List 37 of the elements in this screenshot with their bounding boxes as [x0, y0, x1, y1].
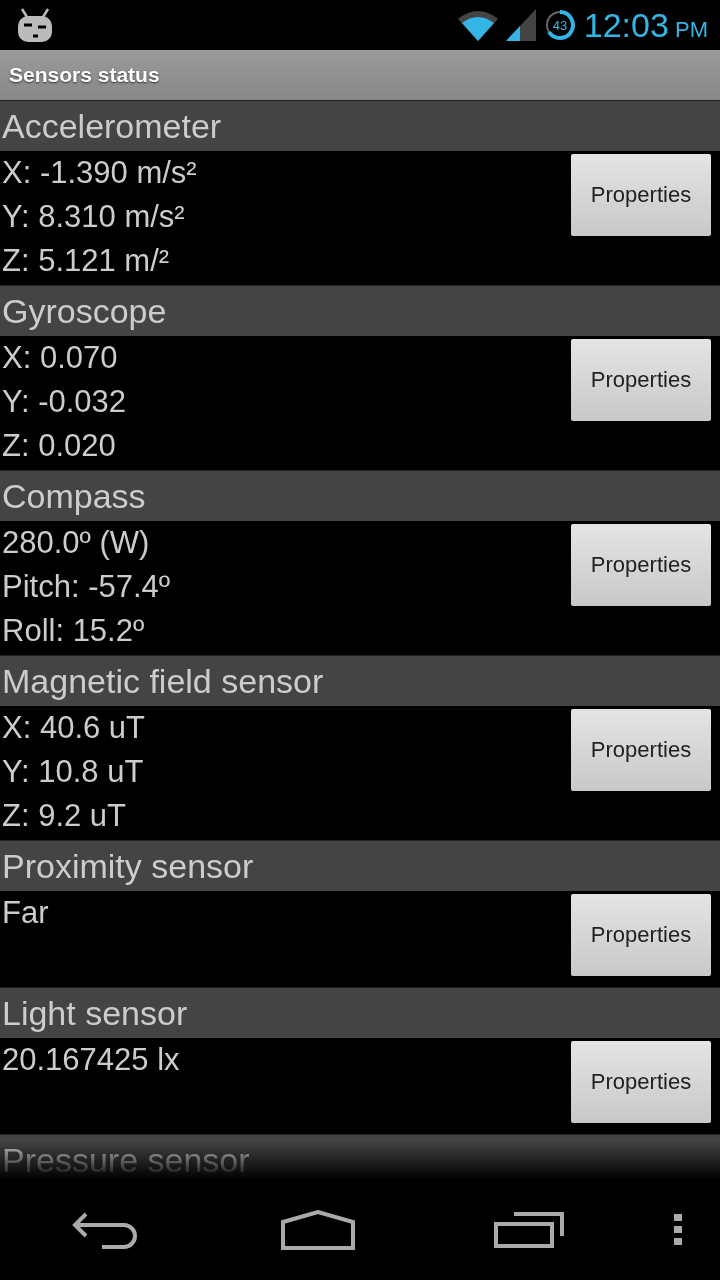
- sensor-reading: Y: 10.8 uT: [1, 753, 145, 791]
- home-icon[interactable]: [280, 1210, 355, 1250]
- sensor-reading: 280.0º (W): [1, 524, 151, 562]
- properties-button[interactable]: Properties: [571, 1041, 711, 1123]
- battery-level: 43: [552, 18, 567, 33]
- sensor-reading: Z: 9.2 uT: [1, 797, 128, 835]
- menu-icon[interactable]: [673, 1214, 682, 1246]
- sensor-reading: Z: 0.020: [1, 427, 117, 465]
- sensor-reading: Far: [1, 894, 49, 932]
- sensor-name: Magnetic field sensor: [1, 661, 324, 701]
- sensor-name: Proximity sensor: [1, 846, 254, 886]
- sensor-reading: Pitch: -57.4º: [1, 568, 171, 606]
- sensor-reading: Y: 8.310 m/s²: [1, 198, 186, 236]
- properties-button[interactable]: Properties: [571, 894, 711, 976]
- properties-button[interactable]: Properties: [571, 709, 711, 791]
- sensor-reading: 20.167425 lx: [1, 1041, 180, 1079]
- sensor-name: Pressure sensor: [1, 1140, 250, 1180]
- properties-button[interactable]: Properties: [571, 524, 711, 606]
- sensor-reading: X: 40.6 uT: [1, 709, 146, 747]
- sensor-name: Light sensor: [1, 993, 188, 1033]
- sensor-name: Accelerometer: [1, 106, 222, 146]
- sensor-reading: Y: -0.032: [1, 383, 127, 421]
- properties-button[interactable]: Properties: [571, 339, 711, 421]
- signal-icon: [505, 9, 536, 41]
- sensor-name: Compass: [1, 476, 146, 516]
- back-icon[interactable]: [71, 1211, 140, 1249]
- clock: 12:03 PM: [583, 5, 708, 45]
- properties-button[interactable]: Properties: [571, 154, 711, 236]
- recent-apps-icon[interactable]: [494, 1212, 565, 1248]
- sensor-reading: Z: 5.121 m/²: [1, 242, 171, 280]
- sensor-reading: Roll: 15.2º: [1, 612, 146, 650]
- sensor-reading: X: -1.390 m/s²: [1, 154, 197, 192]
- robot-icon: [16, 7, 54, 43]
- sensor-name: Gyroscope: [1, 291, 167, 331]
- app-title: Sensors status: [9, 63, 160, 87]
- sensor-reading: X: 0.070: [1, 339, 119, 377]
- wifi-icon: [457, 9, 498, 41]
